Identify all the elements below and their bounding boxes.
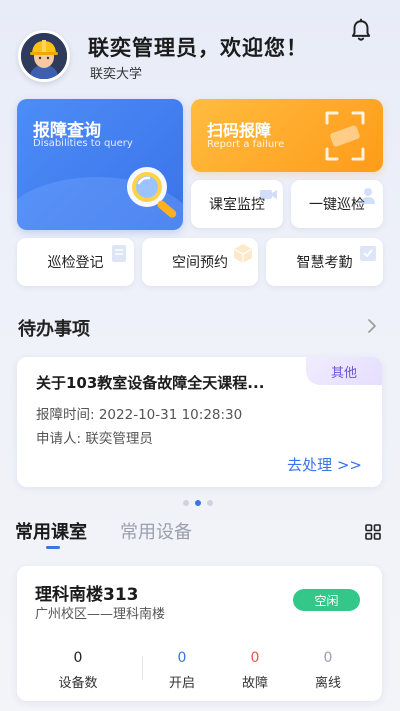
carousel-indicator	[183, 500, 213, 506]
carousel-dot-active[interactable]	[195, 500, 201, 506]
stat-value: 0	[73, 650, 83, 666]
tab-common-classrooms[interactable]: 常用课室	[15, 518, 87, 544]
magnifier-icon	[127, 167, 177, 218]
carousel-dot[interactable]	[183, 500, 189, 506]
space-booking-tile[interactable]: 空间预约	[142, 238, 258, 286]
attendance-icon	[360, 246, 376, 261]
stat-offline: 0 离线	[293, 650, 363, 691]
scan-report-title: 扫码报障	[207, 121, 272, 140]
register-icon	[112, 245, 126, 262]
stat-device-count: 0 设备数	[43, 650, 113, 691]
school-name: 联奕大学	[90, 67, 143, 82]
smart-attendance-label: 智慧考勤	[296, 255, 353, 271]
chevron-right-icon[interactable]	[364, 318, 380, 334]
report-query-subtitle: Disabilities to query	[33, 138, 133, 149]
patrol-icon	[361, 188, 375, 204]
room-status-badge: 空闲	[293, 589, 360, 611]
stat-value: 0	[177, 650, 187, 666]
camera-icon	[260, 190, 277, 199]
classroom-card[interactable]: 理科南楼313 广州校区——理科南楼 空闲 0 设备数 0 开启 0 故障 0 …	[17, 566, 382, 701]
room-location: 广州校区——理科南楼	[35, 607, 166, 622]
go-handle-link[interactable]: 去处理 >>	[287, 454, 362, 475]
space-booking-label: 空间预约	[172, 255, 228, 271]
patrol-register-label: 巡检登记	[47, 255, 104, 271]
stat-label: 故障	[241, 676, 268, 691]
carousel-dot[interactable]	[207, 500, 213, 506]
task-category-badge: 其他	[306, 357, 382, 385]
task-applicant: 申请人: 联奕管理员	[36, 431, 153, 447]
room-name: 理科南楼313	[35, 585, 139, 605]
user-avatar[interactable]	[18, 30, 70, 82]
patrol-register-tile[interactable]: 巡检登记	[17, 238, 134, 286]
report-query-tile[interactable]: 报障查询 Disabilities to query	[17, 99, 183, 230]
smart-attendance-tile[interactable]: 智慧考勤	[266, 238, 383, 286]
one-click-patrol-tile[interactable]: 一键巡检	[291, 180, 383, 228]
active-tab-indicator	[46, 546, 60, 549]
task-report-time: 报障时间: 2022-10-31 10:28:30	[36, 407, 243, 423]
notification-bell-icon[interactable]	[348, 18, 374, 44]
scan-report-tile[interactable]: 扫码报障 Report a failure	[191, 99, 383, 172]
worker-avatar-icon	[21, 33, 67, 79]
stat-on: 0 开启	[147, 650, 217, 691]
stat-label: 开启	[168, 676, 195, 691]
stat-divider	[142, 656, 143, 680]
pending-task-card[interactable]: 关于103教室设备故障全天课程... 其他 报障时间: 2022-10-31 1…	[17, 357, 382, 487]
stat-value: 0	[323, 650, 333, 666]
box-icon	[233, 244, 253, 263]
pending-section-title: 待办事项	[18, 319, 90, 340]
stat-label: 设备数	[58, 676, 98, 691]
greeting-text: 联奕管理员，欢迎您！	[88, 36, 308, 60]
task-title: 关于103教室设备故障全天课程...	[36, 374, 265, 392]
stat-label: 离线	[314, 676, 341, 691]
stat-value: 0	[250, 650, 260, 666]
grid-view-icon[interactable]	[365, 524, 381, 540]
tab-common-devices[interactable]: 常用设备	[120, 518, 192, 544]
classroom-monitor-tile[interactable]: 课室监控	[191, 180, 283, 228]
scan-report-subtitle: Report a failure	[207, 139, 285, 150]
stat-fault: 0 故障	[220, 650, 290, 691]
scan-code-icon	[325, 111, 365, 161]
